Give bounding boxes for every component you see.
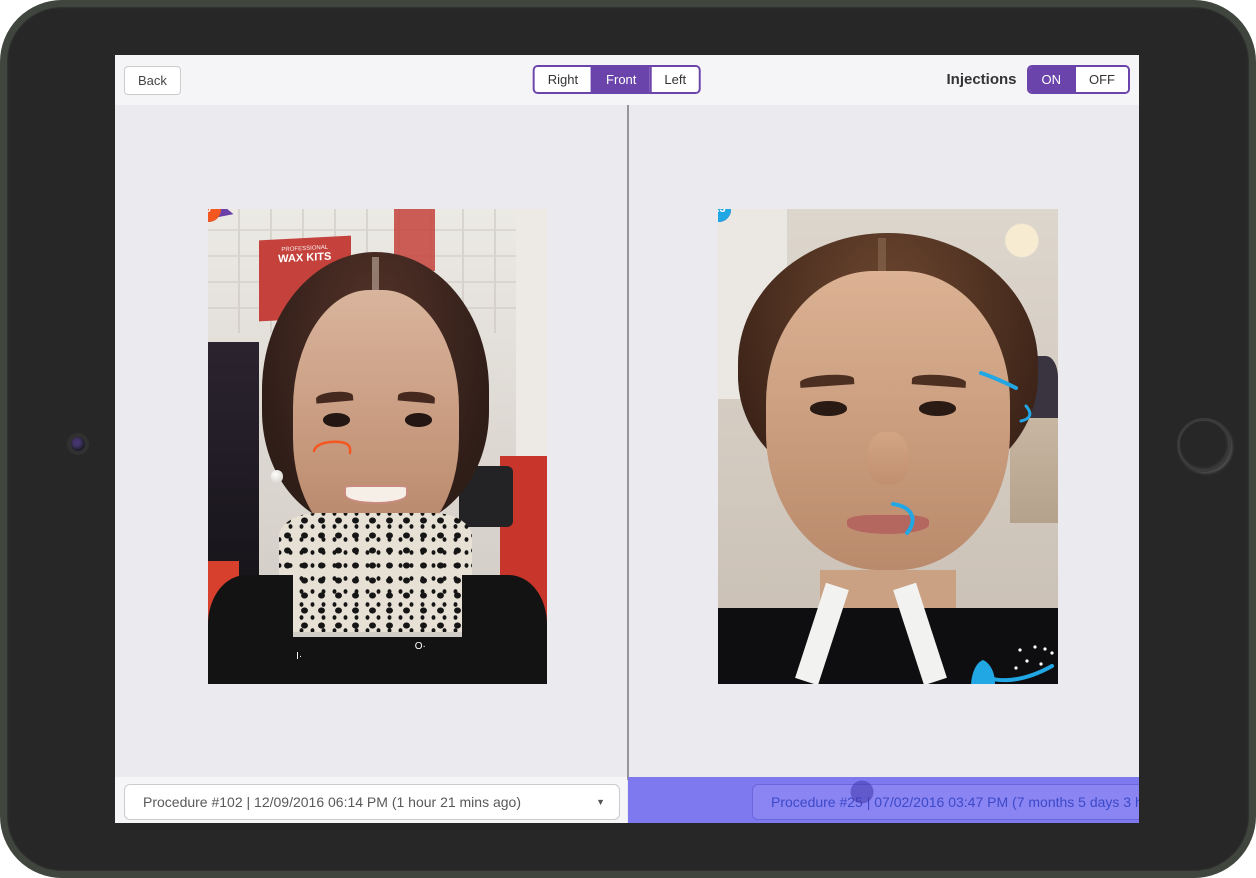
injections-toggle: ON OFF	[1027, 65, 1131, 94]
injection-line	[314, 442, 350, 453]
cheek-injection-arc	[1021, 406, 1030, 421]
injections-on-button[interactable]: ON	[1029, 67, 1075, 92]
speckle	[1043, 647, 1046, 650]
touch-indicator	[851, 781, 874, 804]
page: Back Right Front Left Injections ON OFF	[0, 0, 1256, 878]
speckle	[1025, 659, 1028, 662]
speckle	[1050, 651, 1053, 654]
tab-right[interactable]: Right	[535, 67, 591, 92]
chin-injection-blob	[971, 660, 995, 684]
before-panel: PROFESSIONAL WAX KITS	[115, 105, 627, 777]
procedure-select-after[interactable]: Procedure #25 | 07/02/2016 03:47 PM (7 m…	[752, 784, 1139, 820]
speckle	[1018, 648, 1021, 651]
injections-control: Injections ON OFF	[946, 65, 1130, 94]
speckle	[1014, 666, 1017, 669]
camera-lens	[71, 437, 85, 451]
tab-front[interactable]: Front	[591, 67, 649, 92]
procedure-select-before[interactable]: Procedure #102 | 12/09/2016 06:14 PM (1 …	[124, 784, 620, 820]
front-camera-icon	[67, 433, 89, 455]
patient-photo-before: PROFESSIONAL WAX KITS	[208, 209, 547, 684]
procedure-bar-after: Procedure #25 | 07/02/2016 03:47 PM (7 m…	[628, 777, 1139, 823]
injection-overlay-after	[718, 209, 1058, 684]
home-button[interactable]	[1177, 418, 1231, 472]
procedure-select-after-value: Procedure #25 | 07/02/2016 03:47 PM (7 m…	[771, 794, 1139, 810]
view-toggle: Right Front Left	[533, 65, 701, 94]
brow-injection-line	[981, 373, 1016, 388]
speckle	[1033, 645, 1036, 648]
mouth-injection-curve	[893, 504, 913, 533]
white-speckles	[1014, 645, 1053, 669]
injections-off-button[interactable]: OFF	[1074, 67, 1128, 92]
back-button[interactable]: Back	[124, 66, 181, 95]
injections-label: Injections	[946, 71, 1016, 88]
injection-overlay-before	[208, 209, 547, 684]
app-screen: Back Right Front Left Injections ON OFF	[115, 55, 1139, 823]
procedure-bar-before: Procedure #102 | 12/09/2016 06:14 PM (1 …	[115, 777, 627, 823]
patient-photo-after: RA	[718, 209, 1058, 684]
chevron-down-icon: ▼	[596, 797, 605, 807]
speckle	[1039, 662, 1042, 665]
toolbar: Back Right Front Left Injections ON OFF	[115, 55, 1139, 105]
procedure-select-before-value: Procedure #102 | 12/09/2016 06:14 PM (1 …	[143, 794, 588, 810]
tab-left[interactable]: Left	[649, 67, 699, 92]
after-panel: RA	[629, 105, 1139, 777]
